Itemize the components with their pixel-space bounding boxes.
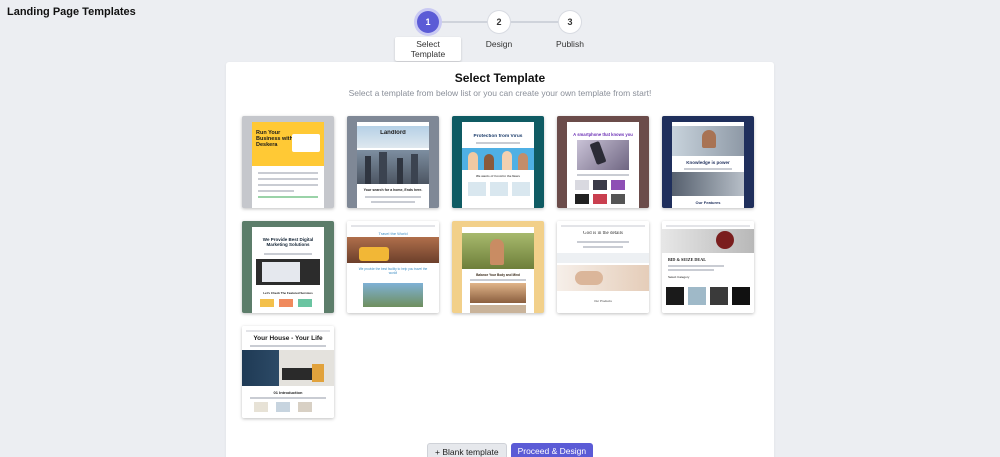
template-digital-marketing[interactable]: We Provide Best Digital Marketing Soluti… xyxy=(242,221,334,313)
step-publish[interactable]: 3 Publish xyxy=(537,11,603,52)
template-card: Select Template Select a template from b… xyxy=(226,62,774,457)
step-select-template[interactable]: 1 Select Template xyxy=(395,11,461,62)
step-number: 2 xyxy=(488,11,510,33)
step-design[interactable]: 2 Design xyxy=(466,11,532,52)
template-headline: Balance Your Body and Mind xyxy=(476,273,520,277)
template-headline: We Provide Best Digital Marketing Soluti… xyxy=(262,237,314,247)
app-title: Landing Page Templates xyxy=(7,6,136,18)
stepper: 1 Select Template 2 Design 3 Publish xyxy=(395,11,596,61)
template-headline: God is in the details xyxy=(583,231,623,236)
template-knowledge[interactable]: Knowledge is power Our Features xyxy=(662,116,754,208)
step-label: Publish xyxy=(556,39,584,49)
action-bar: + Blank template Proceed & Design xyxy=(427,443,594,457)
template-details[interactable]: God is in the details Our Products xyxy=(557,221,649,313)
template-headline: Protection from Virus xyxy=(473,134,523,139)
page-subtitle: Select a template from below list or you… xyxy=(348,88,652,98)
template-headline: Knowledge is power xyxy=(686,160,730,165)
page-title: Select Template xyxy=(454,71,546,85)
step-number: 3 xyxy=(559,11,581,33)
template-your-house[interactable]: Your House - Your Life 01 Introduction xyxy=(242,326,334,418)
template-smartphone[interactable]: A smartphone that knows you xyxy=(557,116,649,208)
template-headline: BID & SEIZE DEAL xyxy=(668,257,707,262)
proceed-design-button[interactable]: Proceed & Design xyxy=(510,443,594,457)
step-number: 1 xyxy=(417,11,439,33)
template-balance[interactable]: Balance Your Body and Mind xyxy=(452,221,544,313)
step-label: Design xyxy=(485,39,513,49)
template-tagline: We wants of Covid in the News xyxy=(475,174,521,178)
template-headline: A smartphone that knows you xyxy=(573,132,633,137)
template-headline: Run Your Business with Deskera xyxy=(256,130,293,148)
template-tagline: Your search for a home, Ends here. xyxy=(363,188,423,192)
template-tagline: Select Category xyxy=(668,275,690,279)
template-deskera[interactable]: Run Your Business with Deskera xyxy=(242,116,334,208)
template-tagline: We provide the best facility to help you… xyxy=(358,267,428,275)
blank-template-button[interactable]: + Blank template xyxy=(427,443,507,457)
template-tagline: 01 Introduction xyxy=(273,390,303,395)
template-bid-seize[interactable]: BID & SEIZE DEAL Select Category xyxy=(662,221,754,313)
template-tagline: Our Products xyxy=(594,299,612,303)
template-headline: Travel the World xyxy=(378,231,408,236)
template-travel[interactable]: Travel the World We provide the best fac… xyxy=(347,221,439,313)
template-tagline: Our Features xyxy=(695,200,721,205)
template-tagline: Let's Check The Featured Services xyxy=(263,291,313,295)
template-landlord[interactable]: Landlord Your search for a home, Ends he… xyxy=(347,116,439,208)
template-headline: Landlord xyxy=(380,130,406,136)
step-label: Select Template xyxy=(395,37,461,61)
template-virus[interactable]: Protection from Virus We wants of Covid … xyxy=(452,116,544,208)
template-headline: Your House - Your Life xyxy=(253,335,323,342)
